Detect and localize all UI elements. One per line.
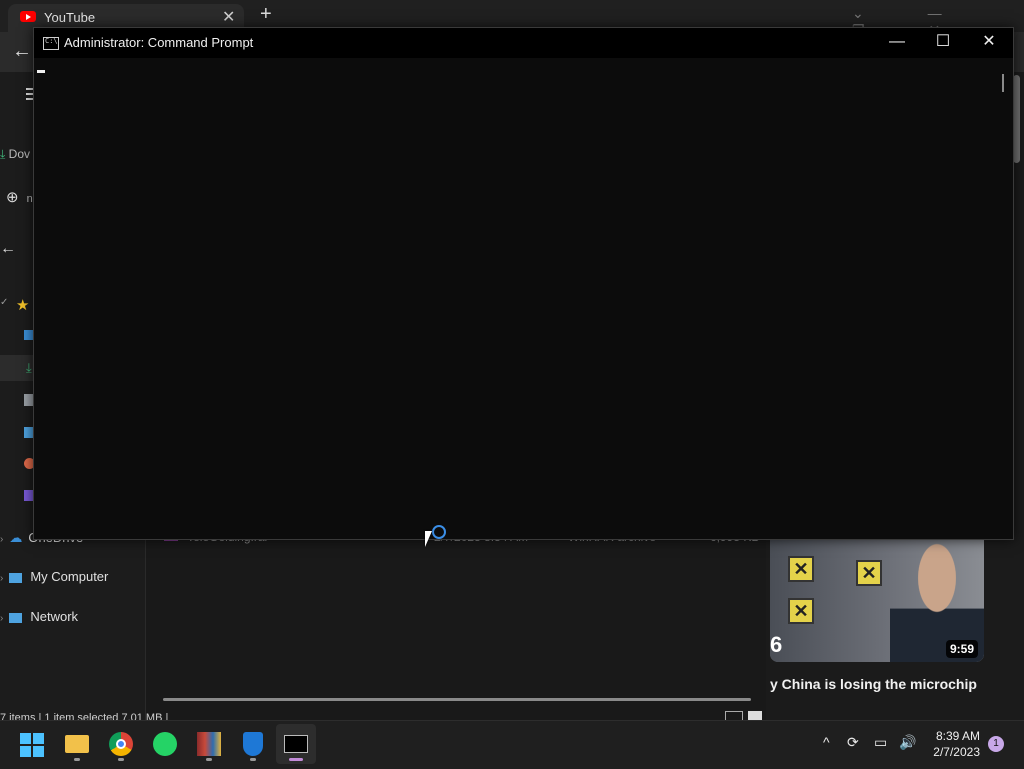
file-explorer-icon: [65, 735, 89, 753]
new-tab-button[interactable]: +: [260, 3, 272, 26]
busy-spinner-icon: [432, 525, 446, 539]
taskbar-winrar[interactable]: [189, 724, 229, 764]
cmd-scrollbar-thumb[interactable]: [1002, 74, 1004, 92]
winrar-icon: [197, 732, 221, 756]
close-button[interactable]: ✕: [966, 28, 1012, 58]
cmd-window-title: Administrator: Command Prompt: [64, 35, 254, 50]
clock-time[interactable]: 8:39 AM: [928, 729, 980, 743]
nav-item-my-computer[interactable]: › My Computer: [0, 569, 108, 589]
tray-chevron-icon[interactable]: ^: [823, 734, 830, 750]
maximize-button[interactable]: ☐: [920, 28, 966, 58]
add-label: n: [26, 193, 33, 205]
downloads-label[interactable]: ⤓ Dov: [0, 147, 30, 162]
cmd-vertical-scrollbar[interactable]: [996, 58, 1013, 539]
clock-date[interactable]: 2/7/2023: [928, 745, 980, 759]
mouse-pointer-icon: [425, 531, 432, 547]
tab-title: YouTube: [44, 10, 96, 25]
youtube-logo-icon: [20, 11, 36, 22]
notification-badge[interactable]: 1: [988, 736, 1004, 752]
network-icon: [9, 612, 23, 623]
video-title[interactable]: y China is losing the microchip: [770, 676, 977, 692]
x-chip-icon: ✕: [856, 560, 882, 586]
nav-item-label: Network: [30, 609, 79, 624]
chevron-right-icon: ›: [0, 573, 4, 584]
thumbnail-text: 6: [770, 632, 783, 657]
expand-chevron-icon[interactable]: ✓: [0, 297, 8, 308]
computer-icon: [9, 572, 23, 583]
network-display-icon[interactable]: ▭: [874, 734, 887, 751]
sync-icon[interactable]: ⟳: [847, 734, 859, 751]
add-circle-icon[interactable]: ⊕ n: [6, 188, 33, 206]
horizontal-scrollbar[interactable]: [163, 698, 751, 701]
whatsapp-icon: [153, 732, 177, 756]
chevron-right-icon: ›: [0, 613, 4, 624]
nav-item-network[interactable]: › Network: [0, 609, 78, 629]
cmd-taskbar-icon: [284, 735, 308, 753]
x-chip-icon: ✕: [788, 556, 814, 582]
taskbar-file-explorer[interactable]: [57, 724, 97, 764]
explorer-back-icon[interactable]: ←: [0, 240, 16, 258]
shield-icon: [243, 732, 263, 756]
taskbar-command-prompt[interactable]: [276, 724, 316, 764]
back-arrow-icon[interactable]: ←: [12, 40, 32, 63]
nav-item-label: My Computer: [30, 569, 109, 584]
windows-start-icon[interactable]: [20, 733, 44, 757]
video-duration-badge: 9:59: [946, 640, 979, 658]
text-cursor: [37, 70, 45, 73]
cmd-title-bar[interactable]: Administrator: Command Prompt — ☐ ✕: [34, 28, 1013, 58]
downloads-folder-icon[interactable]: ⤓: [26, 360, 32, 376]
cmd-console-area[interactable]: [34, 58, 996, 539]
minimize-button[interactable]: —: [874, 28, 920, 58]
cmd-app-icon[interactable]: [43, 37, 59, 50]
command-prompt-window[interactable]: Administrator: Command Prompt — ☐ ✕: [33, 27, 1014, 540]
taskbar-whatsapp[interactable]: [145, 724, 185, 764]
volume-icon[interactable]: 🔊: [899, 734, 916, 751]
chevron-right-icon: ›: [0, 534, 4, 545]
page-scrollbar-thumb[interactable]: [1013, 75, 1020, 163]
chrome-center: [116, 739, 126, 749]
quick-access-star-icon: ★: [16, 297, 30, 314]
x-chip-icon: ✕: [788, 598, 814, 624]
onedrive-cloud-icon: ☁: [9, 530, 23, 545]
tab-close-icon[interactable]: ✕: [222, 7, 235, 27]
taskbar-defender[interactable]: [233, 724, 273, 764]
taskbar-chrome[interactable]: [101, 724, 141, 764]
